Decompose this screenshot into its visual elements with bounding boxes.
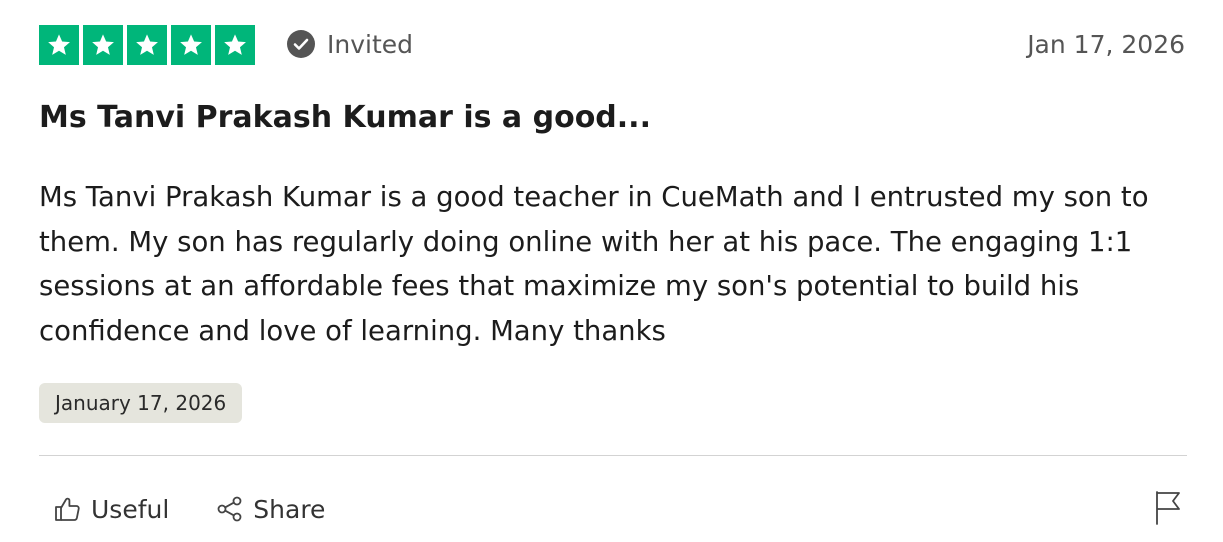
share-label: Share bbox=[253, 494, 326, 524]
star-rating bbox=[39, 25, 255, 65]
share-button[interactable]: Share bbox=[215, 489, 325, 529]
review-card: Invited Jan 17, 2026 Ms Tanvi Prakash Ku… bbox=[0, 0, 1223, 542]
review-body: Ms Tanvi Prakash Kumar is a good teacher… bbox=[39, 181, 1149, 347]
review-date: Jan 17, 2026 bbox=[1027, 29, 1185, 59]
star-icon bbox=[171, 25, 211, 65]
star-icon bbox=[83, 25, 123, 65]
useful-button[interactable]: Useful bbox=[53, 489, 169, 529]
check-circle-icon bbox=[287, 30, 315, 58]
star-icon bbox=[39, 25, 79, 65]
review-title[interactable]: Ms Tanvi Prakash Kumar is a good... bbox=[39, 100, 651, 135]
experience-date-badge: January 17, 2026 bbox=[39, 383, 243, 423]
useful-label: Useful bbox=[91, 494, 170, 524]
flag-icon bbox=[1156, 491, 1180, 525]
invited-label: Invited bbox=[327, 29, 414, 59]
review-actions: Useful Share bbox=[53, 489, 325, 529]
share-icon bbox=[217, 496, 242, 522]
thumbs-up-icon bbox=[55, 497, 80, 521]
invited-badge[interactable]: Invited bbox=[287, 28, 413, 60]
divider bbox=[39, 455, 1187, 456]
report-button[interactable] bbox=[1154, 490, 1184, 526]
star-icon bbox=[127, 25, 167, 65]
star-icon bbox=[215, 25, 255, 65]
